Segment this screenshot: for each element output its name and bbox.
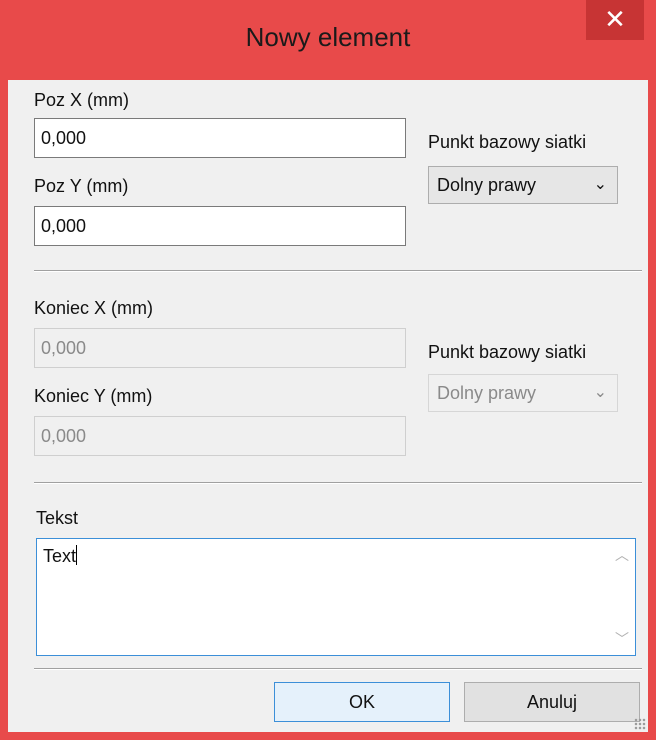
separator (34, 668, 642, 670)
end-y-input[interactable]: 0,000 (34, 416, 406, 456)
ok-button[interactable]: OK (274, 682, 450, 722)
scroll-down-icon[interactable]: ﹀ (611, 629, 633, 649)
separator (34, 270, 642, 272)
end-x-input[interactable]: 0,000 (34, 328, 406, 368)
dialog-title: Nowy element (245, 22, 411, 52)
pos-base-value: Dolny prawy (437, 175, 537, 195)
pos-x-label: Poz X (mm) (34, 90, 130, 110)
separator (34, 482, 642, 484)
text-caret (76, 545, 78, 565)
chevron-down-icon: ⌄ (593, 384, 607, 401)
end-base-label: Punkt bazowy siatki (428, 342, 587, 362)
close-icon: ✕ (604, 4, 626, 34)
end-y-label: Koniec Y (mm) (34, 386, 153, 406)
pos-x-input[interactable]: 0,000 (34, 118, 406, 158)
dialog-body: Poz X (mm) 0,000 Poz Y (mm) 0,000 Punkt … (8, 80, 648, 732)
dialog-window: Nowy element ✕ Poz X (mm) 0,000 Poz Y (m… (0, 0, 656, 740)
pos-y-input[interactable]: 0,000 (34, 206, 406, 246)
pos-y-label: Poz Y (mm) (34, 176, 129, 196)
end-base-value: Dolny prawy (437, 383, 537, 403)
end-base-select[interactable]: Dolny prawy ⌄ (428, 374, 618, 412)
end-x-label: Koniec X (mm) (34, 298, 154, 318)
scroll-up-icon[interactable]: ︿ (611, 545, 633, 565)
text-value: Text (43, 546, 77, 566)
chevron-down-icon: ⌄ (593, 176, 607, 193)
pos-base-select[interactable]: Dolny prawy ⌄ (428, 166, 618, 204)
cancel-button[interactable]: Anuluj (464, 682, 640, 722)
title-bar[interactable]: Nowy element ✕ (0, 0, 656, 80)
pos-base-label: Punkt bazowy siatki (428, 132, 587, 152)
text-label: Tekst (36, 508, 79, 528)
close-button[interactable]: ✕ (586, 0, 644, 40)
text-area[interactable]: Text ︿ ﹀ (36, 538, 636, 656)
resize-grip[interactable] (634, 718, 646, 730)
